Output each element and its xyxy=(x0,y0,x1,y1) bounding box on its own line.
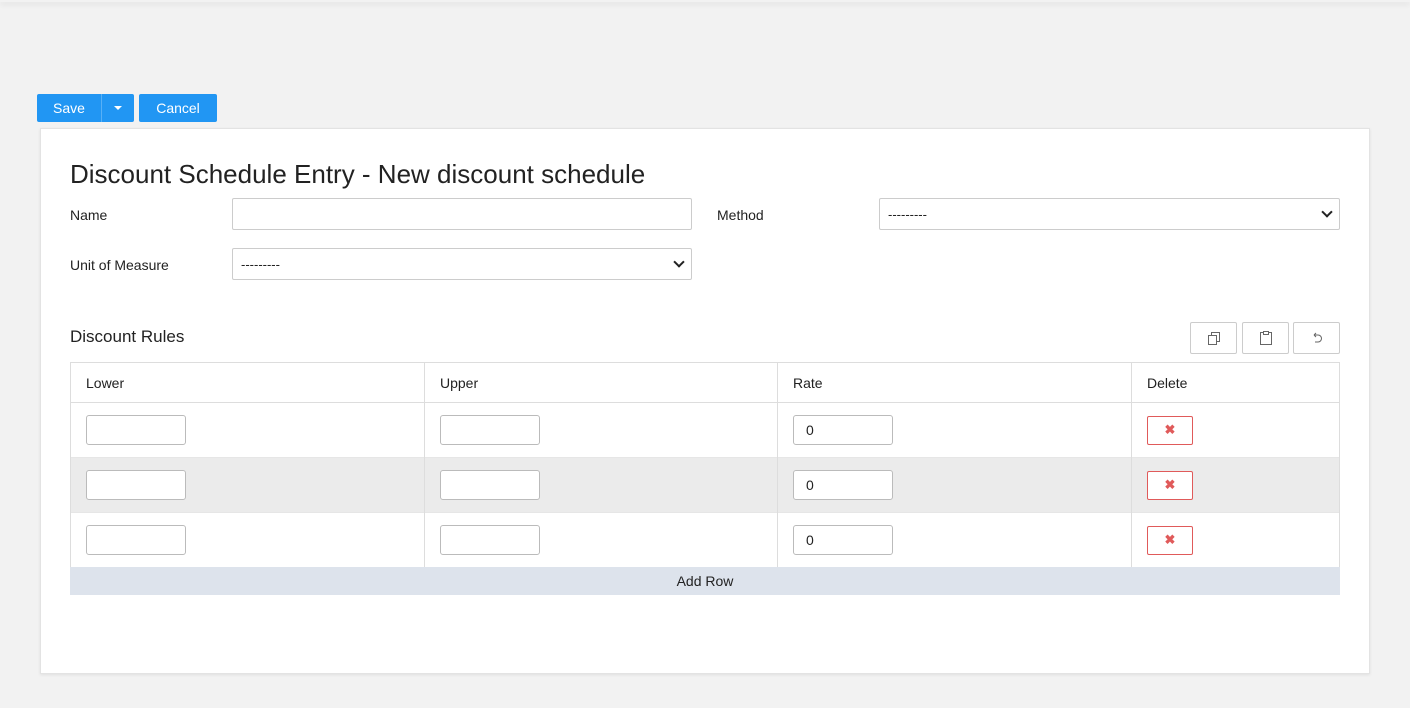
lower-input[interactable] xyxy=(86,470,186,500)
unit-of-measure-label: Unit of Measure xyxy=(70,257,169,273)
column-header-rate: Rate xyxy=(777,362,1132,403)
upper-cell xyxy=(424,512,778,568)
save-dropdown-button[interactable] xyxy=(101,94,134,122)
upper-input[interactable] xyxy=(440,525,540,556)
lower-input[interactable] xyxy=(86,415,186,445)
method-select[interactable]: --------- xyxy=(879,198,1340,230)
discount-rules-table: Lower Upper Rate Delete ✖ ✖ xyxy=(70,362,1340,568)
page-title: Discount Schedule Entry - New discount s… xyxy=(70,159,646,189)
cancel-button[interactable]: Cancel xyxy=(139,94,217,122)
rate-input[interactable] xyxy=(793,470,893,500)
lower-cell xyxy=(70,402,425,458)
close-icon: ✖ xyxy=(1164,532,1176,548)
top-shadow-bar xyxy=(0,0,1410,2)
lower-cell xyxy=(70,457,425,513)
rate-cell xyxy=(777,402,1132,458)
caret-down-icon xyxy=(114,106,122,110)
delete-cell: ✖ xyxy=(1131,512,1340,568)
rate-cell xyxy=(777,512,1132,568)
lower-cell xyxy=(70,512,425,568)
name-label: Name xyxy=(70,207,108,223)
method-select-value: --------- xyxy=(888,206,927,222)
action-toolbar: Save Cancel xyxy=(37,94,217,123)
delete-row-button[interactable]: ✖ xyxy=(1147,415,1193,445)
name-input[interactable] xyxy=(232,198,692,230)
upper-cell xyxy=(424,457,778,513)
close-icon: ✖ xyxy=(1164,477,1176,492)
delete-cell: ✖ xyxy=(1131,402,1340,458)
discount-rules-title: Discount Rules xyxy=(70,327,185,346)
table-row: ✖ xyxy=(70,512,1340,568)
save-button[interactable]: Save xyxy=(37,94,101,122)
unit-of-measure-select[interactable]: --------- xyxy=(232,248,692,280)
table-row: ✖ xyxy=(70,457,1340,513)
chevron-down-icon xyxy=(673,256,685,268)
form-card: Discount Schedule Entry - New discount s… xyxy=(40,128,1370,674)
close-icon: ✖ xyxy=(1164,422,1176,437)
table-header-row: Lower Upper Rate Delete xyxy=(70,362,1340,403)
delete-cell: ✖ xyxy=(1131,457,1340,513)
add-row-button[interactable]: Add Row xyxy=(70,567,1340,595)
rate-cell xyxy=(777,457,1132,513)
delete-row-button[interactable]: ✖ xyxy=(1147,470,1193,500)
undo-button[interactable] xyxy=(1293,322,1340,354)
paste-button[interactable] xyxy=(1242,322,1289,354)
column-header-delete: Delete xyxy=(1131,362,1340,403)
lower-input[interactable] xyxy=(86,525,186,556)
undo-icon xyxy=(1313,332,1322,343)
upper-cell xyxy=(424,402,778,458)
chevron-down-icon xyxy=(1321,206,1333,218)
column-header-lower: Lower xyxy=(70,362,425,403)
rate-input[interactable] xyxy=(793,525,893,556)
save-button-group: Save xyxy=(37,94,134,123)
upper-input[interactable] xyxy=(440,415,540,445)
unit-of-measure-select-value: --------- xyxy=(241,256,280,272)
rate-input[interactable] xyxy=(793,415,893,445)
copy-icon xyxy=(1207,331,1220,345)
upper-input[interactable] xyxy=(440,470,540,500)
delete-row-button[interactable]: ✖ xyxy=(1147,525,1193,555)
copy-button[interactable] xyxy=(1190,322,1237,354)
table-row: ✖ xyxy=(70,402,1340,458)
column-header-upper: Upper xyxy=(424,362,778,403)
method-label: Method xyxy=(717,207,764,223)
clipboard-icon xyxy=(1259,331,1272,345)
